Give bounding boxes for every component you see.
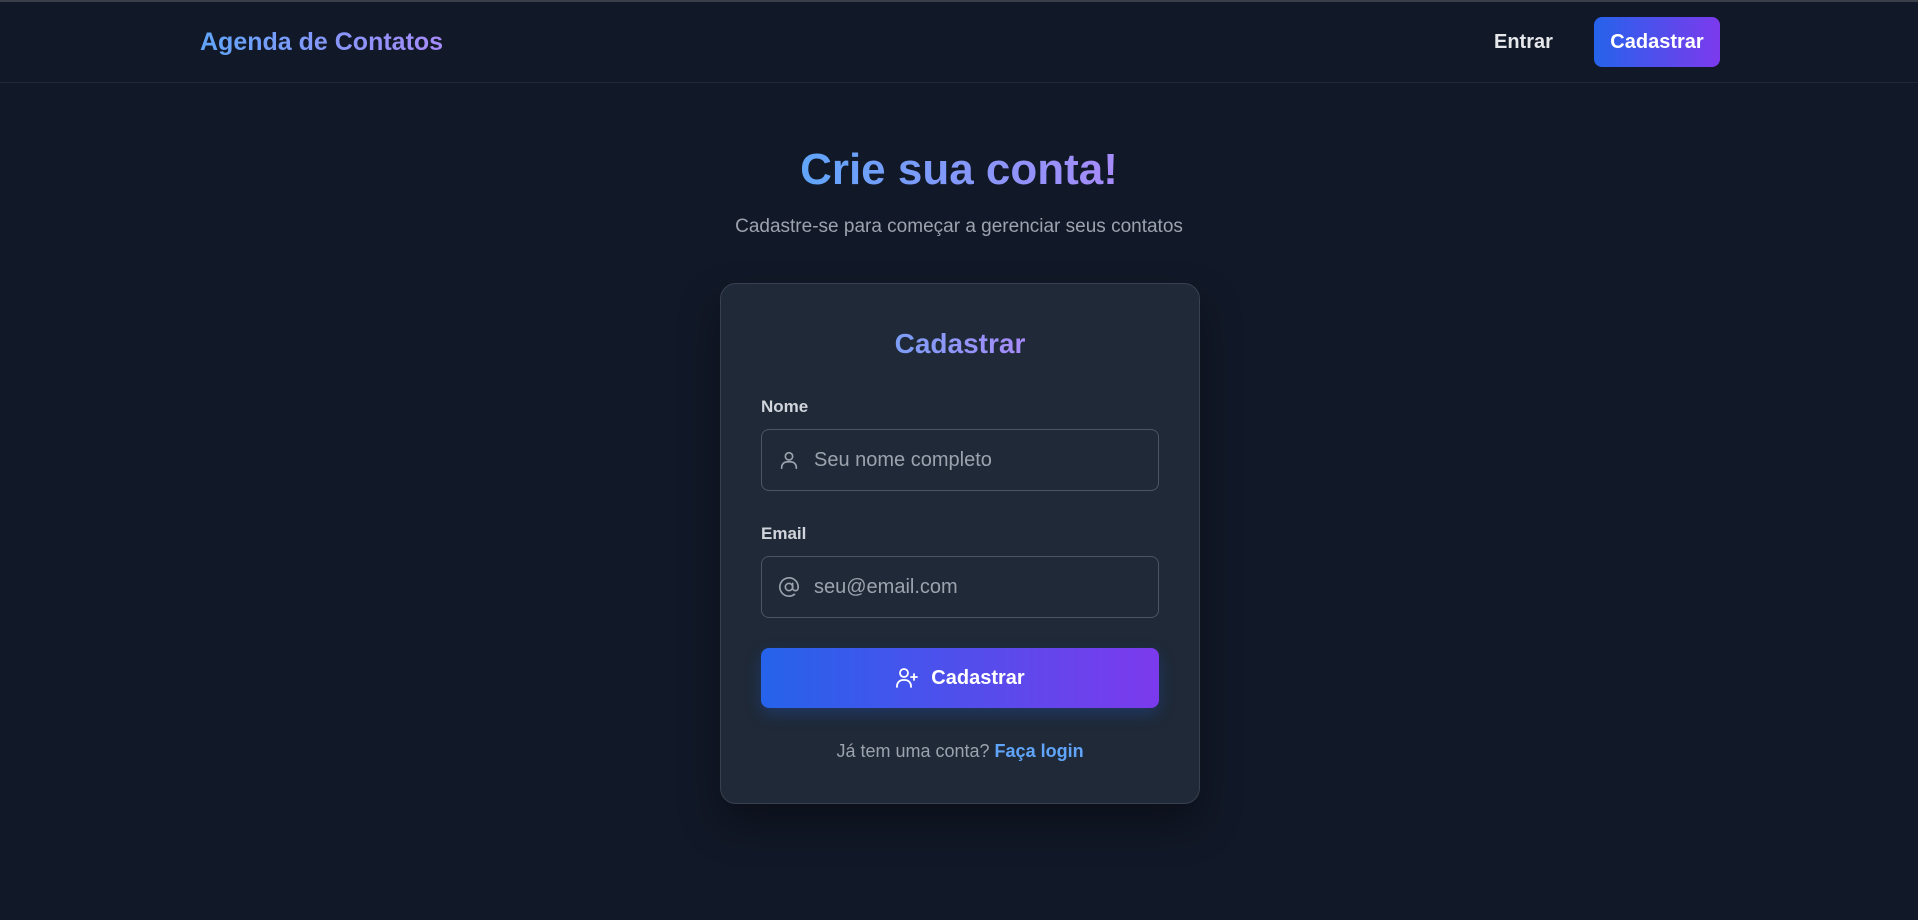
- navbar: Agenda de Contatos Entrar Cadastrar: [0, 2, 1918, 83]
- user-plus-icon: [896, 668, 919, 688]
- email-field[interactable]: [761, 556, 1159, 618]
- name-input[interactable]: [812, 430, 1152, 490]
- card-title: Cadastrar: [721, 328, 1199, 360]
- login-link[interactable]: Entrar: [1494, 31, 1553, 54]
- signup-card: Cadastrar Nome Email Cadastrar Já tem um…: [720, 283, 1200, 804]
- login-link-footer[interactable]: Faça login: [995, 741, 1084, 761]
- name-label: Nome: [761, 397, 809, 416]
- at-sign-icon: [779, 577, 799, 597]
- user-icon: [780, 451, 798, 470]
- email-label: Email: [761, 524, 807, 543]
- page-title: Crie sua conta!: [0, 142, 1918, 198]
- submit-signup-button[interactable]: Cadastrar: [761, 648, 1159, 708]
- signup-button[interactable]: Cadastrar: [1594, 17, 1720, 67]
- page-title-text: Crie sua conta!: [800, 145, 1118, 194]
- card-title-text: Cadastrar: [894, 328, 1026, 359]
- page-subtitle: Cadastre-se para começar a gerenciar seu…: [735, 216, 1183, 237]
- login-prompt-text: Já tem uma conta?: [836, 741, 990, 761]
- email-input[interactable]: [812, 557, 1152, 617]
- submit-label: Cadastrar: [931, 666, 1025, 689]
- brand-logo[interactable]: Agenda de Contatos: [200, 28, 443, 57]
- name-field[interactable]: [761, 429, 1159, 491]
- login-prompt: Já tem uma conta? Faça login: [721, 741, 1199, 762]
